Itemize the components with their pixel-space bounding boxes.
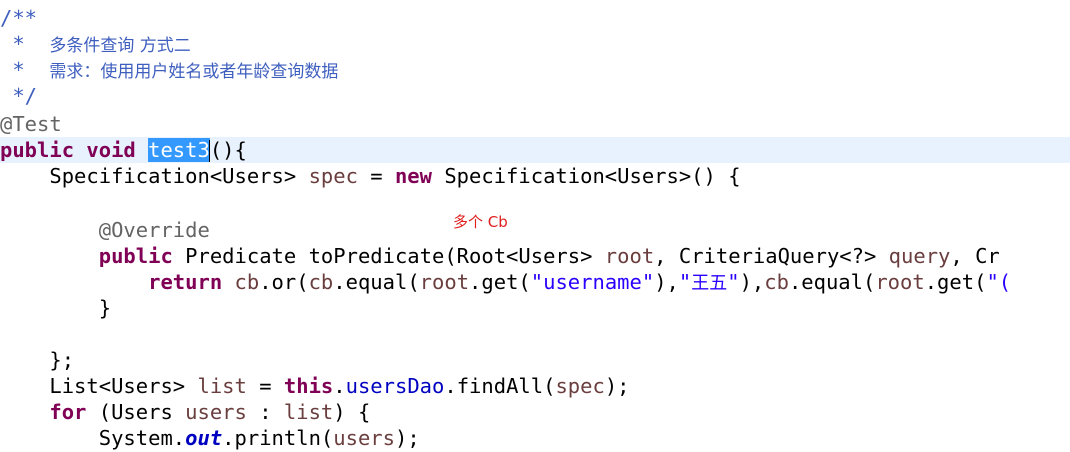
code-token: Predicate toPredicate(Root<Users>	[172, 244, 605, 268]
code-line[interactable]: Specification<Users> spec = new Specific…	[0, 163, 1070, 189]
code-token: public	[98, 244, 173, 268]
code-token: void	[86, 138, 136, 162]
code-token: , CriteriaQuery<?>	[654, 244, 889, 268]
code-line[interactable]: @Override	[0, 217, 1070, 243]
code-token: Specification<Users>() {	[432, 164, 741, 188]
code-token: .	[333, 374, 346, 398]
code-line[interactable]: }	[0, 295, 1070, 321]
code-token: (){	[209, 138, 247, 162]
code-token: */	[0, 84, 38, 108]
code-token: users	[185, 400, 247, 424]
code-token: usersDao	[345, 374, 445, 398]
code-token: 王五	[691, 273, 728, 294]
code-token: );	[604, 374, 630, 398]
code-token: spec	[555, 374, 605, 398]
code-line[interactable]: List<Users> list = this.usersDao.findAll…	[0, 373, 1070, 399]
code-line[interactable]: };	[0, 347, 1070, 373]
selected-text[interactable]: test3	[148, 138, 210, 162]
code-line[interactable]: return cb.or(cb.equal(root.get("username…	[0, 269, 1070, 295]
code-line[interactable]: public Predicate toPredicate(Root<Users>…	[0, 243, 1070, 269]
code-token: list	[197, 374, 247, 398]
code-line[interactable]: @Test	[0, 111, 1070, 137]
code-token: @Override	[0, 218, 210, 242]
code-token: @Test	[0, 112, 62, 136]
code-token: .or(	[259, 270, 309, 294]
code-token: :	[246, 400, 284, 424]
code-line[interactable]: for (Users users : list) {	[0, 399, 1070, 425]
code-token: =	[357, 164, 395, 188]
code-token: .println(	[222, 426, 334, 450]
code-line[interactable]: * 多条件查询 方式二	[0, 31, 1070, 57]
code-token: "username"	[530, 270, 655, 294]
code-token: );	[394, 426, 420, 450]
code-token: out	[185, 426, 223, 450]
code-token: };	[0, 348, 75, 372]
code-token: .findAll(	[444, 374, 556, 398]
code-token: "	[678, 270, 692, 294]
code-token: Specification<Users>	[0, 164, 309, 188]
code-token: "	[727, 270, 740, 294]
code-token: .get(	[924, 270, 987, 294]
code-token: .equal(	[333, 270, 420, 294]
code-token: (Users	[86, 400, 186, 424]
code-token: cb	[234, 270, 260, 294]
code-token: , Cr	[950, 244, 1000, 268]
code-token: List<Users>	[0, 374, 198, 398]
code-token: .get(	[469, 270, 531, 294]
code-line[interactable]: * 需求：使用用户姓名或者年龄查询数据	[0, 57, 1070, 83]
code-token: System.	[0, 426, 186, 450]
code-token: =	[246, 374, 284, 398]
code-line[interactable]: /**	[0, 5, 1070, 31]
code-token: cb	[764, 270, 789, 294]
code-token: ),	[739, 270, 765, 294]
code-token: ),	[654, 270, 679, 294]
code-token: cb	[308, 270, 334, 294]
code-line[interactable]	[0, 321, 1070, 347]
code-token: 多条件查询 方式二	[49, 36, 191, 56]
code-token: query	[888, 244, 951, 268]
code-token: return	[148, 270, 223, 294]
code-line[interactable]	[0, 191, 1070, 217]
annotation-note: 多个 Cb	[453, 213, 508, 231]
code-token: .equal(	[788, 270, 876, 294]
code-line[interactable]: public void test3(){	[0, 137, 1070, 163]
code-token: 需求：使用用户姓名或者年龄查询数据	[49, 62, 339, 82]
code-token: for	[49, 400, 87, 424]
code-token: /**	[0, 6, 38, 30]
code-line[interactable]: System.out.println(users);	[0, 425, 1070, 451]
code-line[interactable]: */	[0, 83, 1070, 109]
code-token: spec	[308, 164, 358, 188]
code-token: "(	[986, 270, 1012, 294]
code-token: }	[0, 296, 112, 320]
code-token: list	[283, 400, 334, 424]
code-token: root	[875, 270, 925, 294]
code-editor[interactable]: /** * 多条件查询 方式二 * 需求：使用用户姓名或者年龄查询数据 */ @T…	[0, 0, 1070, 452]
code-token: root	[419, 270, 470, 294]
code-token: users	[333, 426, 395, 450]
code-token: *	[0, 32, 50, 56]
code-token: root	[604, 244, 655, 268]
code-token: this	[283, 374, 334, 398]
code-token: *	[0, 58, 50, 82]
code-token: new	[394, 164, 432, 188]
code-token: public	[0, 138, 75, 162]
code-token: ) {	[333, 400, 371, 424]
